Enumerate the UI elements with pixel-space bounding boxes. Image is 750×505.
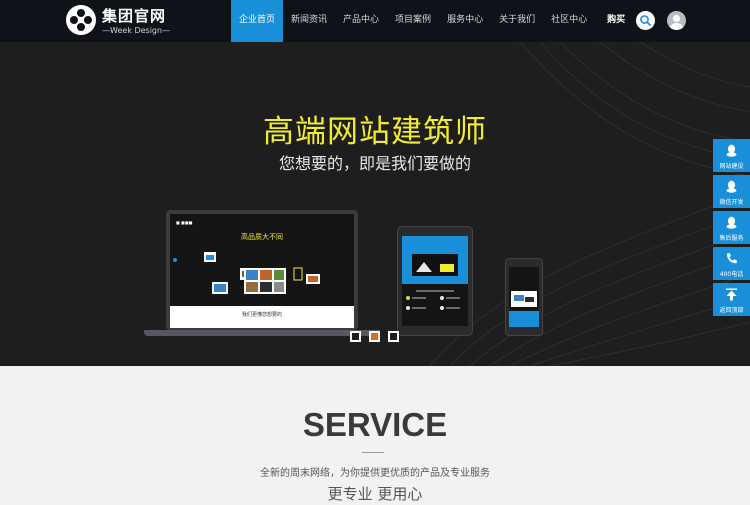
hero-wave-pattern	[429, 42, 750, 366]
service-section: SERVICE 全新的周末网络，为你提供更优质的产品及专业服务 更专业 更用心	[0, 366, 750, 505]
slide-dot-1[interactable]	[350, 331, 361, 342]
nav-item-products[interactable]: 产品中心	[335, 0, 387, 42]
site-logo[interactable]: 集团官网 —Week Design—	[66, 5, 176, 37]
search-button[interactable]	[636, 11, 655, 30]
search-icon	[640, 15, 651, 26]
side-item-label: 售后服务	[719, 235, 744, 242]
buy-link[interactable]: 购买	[599, 0, 633, 42]
logo-subtitle: —Week Design—	[102, 26, 171, 35]
laptop-screen: ■ ■■■ 高品质大不同 我们更懂您想要的	[166, 210, 358, 330]
qq-penguin-icon	[726, 180, 737, 193]
nav-item-news[interactable]: 新闻资讯	[283, 0, 335, 42]
side-item-wechat-dev[interactable]: 微信开发	[713, 175, 750, 208]
qq-penguin-icon	[726, 216, 737, 229]
laptop-thumbnails	[173, 252, 320, 294]
phone-icon	[726, 253, 737, 264]
side-item-label: 400电话	[719, 271, 744, 278]
service-description: 全新的周末网络，为你提供更优质的产品及专业服务	[260, 468, 490, 479]
slide-dot-2[interactable]	[369, 331, 380, 342]
side-item-label: 返回顶部	[719, 307, 744, 314]
phone-blue-band	[509, 311, 539, 327]
tablet-content	[406, 254, 460, 310]
nav-item-services[interactable]: 服务中心	[439, 0, 491, 42]
top-header: 集团官网 —Week Design— 企业首页 新闻资讯 产品中心 项目案例 服…	[0, 0, 750, 42]
arrow-up-icon	[726, 288, 737, 301]
tablet-display	[402, 236, 468, 326]
phone-mockup	[505, 258, 543, 336]
phone-display	[509, 267, 539, 327]
laptop-base	[144, 330, 380, 336]
user-avatar-icon	[670, 14, 683, 30]
service-slogan: 更专业 更用心	[327, 485, 423, 503]
laptop-caption: 我们更懂您想要的	[241, 312, 282, 318]
slide-dot-3[interactable]	[388, 331, 399, 342]
logo-title: 集团官网	[102, 7, 167, 25]
side-item-website-build[interactable]: 网站建设	[713, 139, 750, 172]
side-item-phone[interactable]: 400电话	[713, 247, 750, 280]
side-item-after-sales[interactable]: 售后服务	[713, 211, 750, 244]
hero-banner: 高端网站建筑师 您想要的，即是我们要做的 ■ ■■■ 高品质大不同 我们更懂您想…	[0, 42, 750, 366]
tablet-mockup	[397, 226, 473, 336]
side-item-back-to-top[interactable]: 返回顶部	[713, 283, 750, 316]
service-title: SERVICE	[302, 406, 448, 443]
service-divider	[362, 452, 384, 453]
side-item-label: 微信开发	[719, 199, 744, 206]
nav-item-about[interactable]: 关于我们	[491, 0, 543, 42]
nav-item-home[interactable]: 企业首页	[231, 0, 284, 42]
nav-item-community[interactable]: 社区中心	[543, 0, 595, 42]
user-avatar-button[interactable]	[667, 11, 686, 30]
slider-dots	[350, 331, 399, 342]
hero-title: 高端网站建筑师	[263, 114, 487, 150]
laptop-display: ■ ■■■ 高品质大不同 我们更懂您想要的	[170, 214, 354, 328]
nav-item-cases[interactable]: 项目案例	[387, 0, 439, 42]
qq-penguin-icon	[726, 144, 737, 157]
side-item-label: 网站建设	[719, 163, 744, 170]
hero-subtitle: 您想要的，即是我们要做的	[278, 154, 471, 173]
logo-flower-icon	[66, 5, 96, 35]
side-float-bar: 网站建设 微信开发 售后服务 400电话 返回顶部	[713, 139, 750, 319]
main-nav: 企业首页 新闻资讯 产品中心 项目案例 服务中心 关于我们 社区中心 购买	[231, 0, 633, 42]
